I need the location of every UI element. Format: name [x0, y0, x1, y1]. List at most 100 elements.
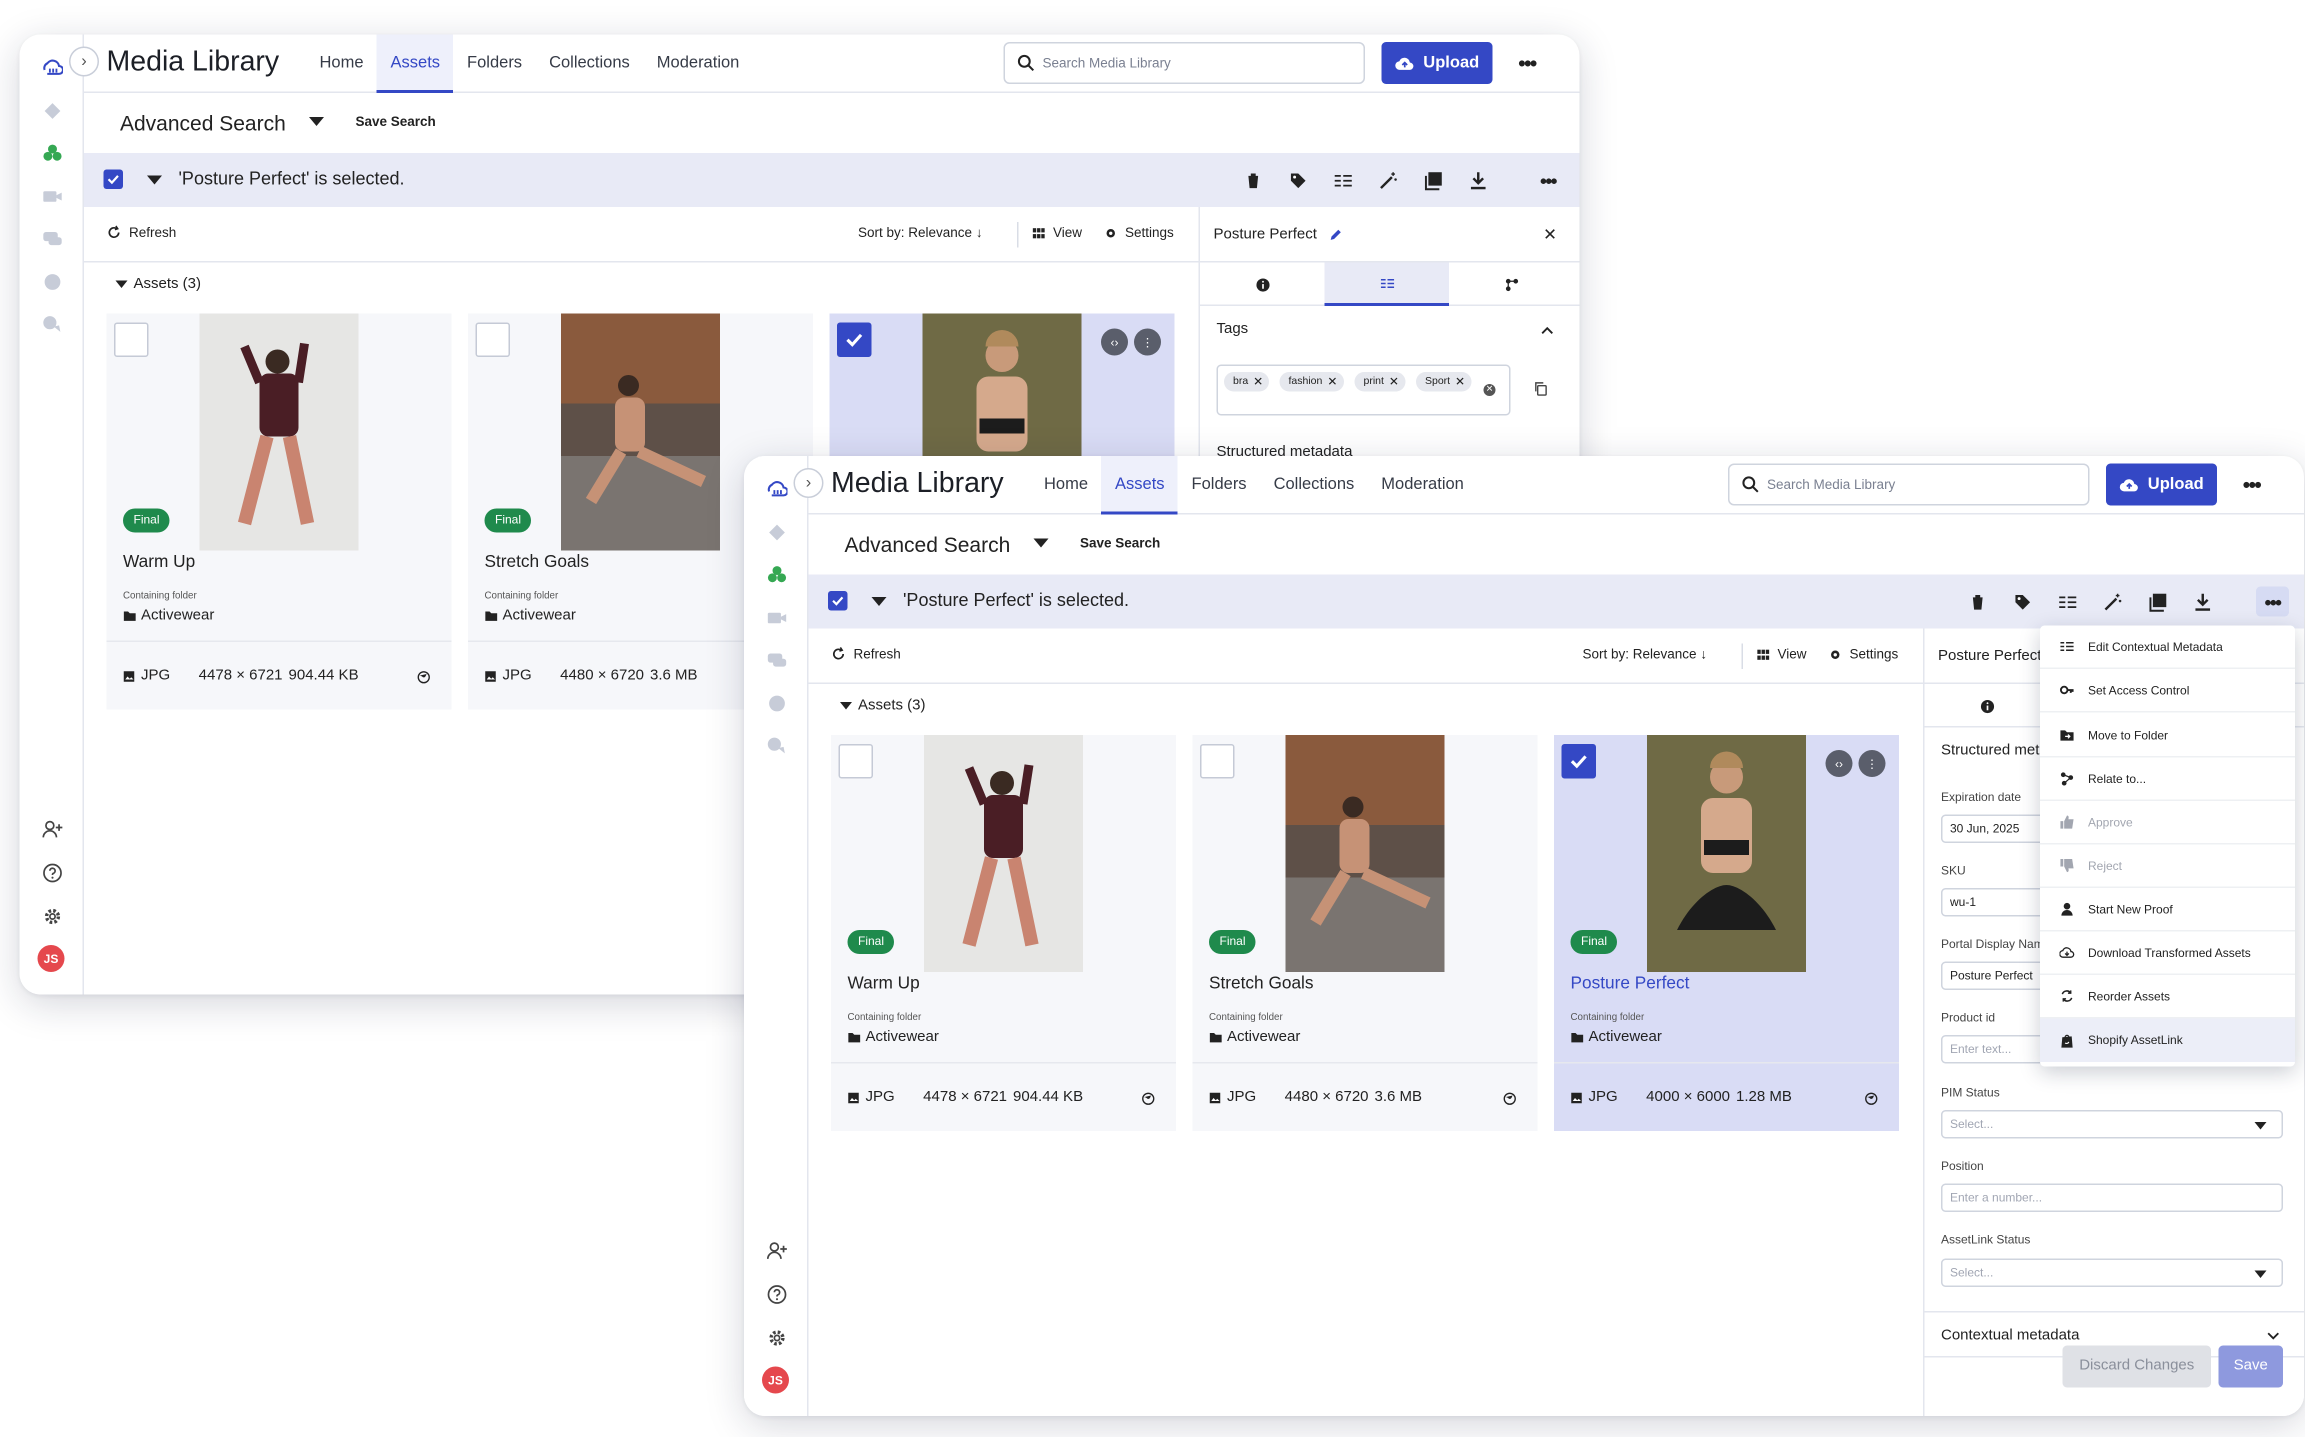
asset-title[interactable]: Stretch Goals [485, 554, 590, 572]
folder-link[interactable]: Activewear [485, 608, 576, 624]
menu-item-reorder-assets[interactable]: Reorder Assets [2040, 975, 2295, 1019]
asset-card-selected[interactable]: ‹› ⋮ Final Posture Perfect Containing fo… [1554, 735, 1899, 1131]
support-icon[interactable] [758, 726, 796, 764]
tags-input[interactable]: bra ✕ fashion ✕ print ✕ Sport ✕ ✕ [1216, 364, 1511, 416]
download-icon[interactable] [1464, 167, 1493, 196]
folder-link[interactable]: Activewear [1209, 1029, 1300, 1046]
settings-button[interactable]: Settings [1829, 647, 1898, 662]
save-search-button[interactable]: Save Search [1080, 536, 1160, 551]
chevron-right-icon[interactable]: › [793, 468, 824, 498]
nav-folders[interactable]: Folders [454, 35, 536, 94]
selection-more-icon[interactable]: ••• [2256, 586, 2289, 617]
cube-icon[interactable] [758, 684, 796, 722]
tag-icon[interactable] [2009, 588, 2038, 617]
sort-dropdown[interactable]: Sort by: Relevance ↓ [1583, 647, 1708, 662]
remove-tag-icon[interactable]: ✕ [1389, 372, 1399, 392]
selection-caret-icon[interactable] [871, 597, 887, 606]
position-field[interactable]: Enter a number... [1941, 1183, 2283, 1212]
chevron-up-icon[interactable] [1541, 324, 1555, 338]
select-all-checkbox[interactable] [103, 169, 123, 189]
tag-chip[interactable]: Sport ✕ [1416, 372, 1472, 392]
asset-checkbox[interactable] [114, 322, 149, 357]
search-input[interactable]: Search Media Library [1003, 42, 1365, 84]
sort-dropdown[interactable]: Sort by: Relevance ↓ [858, 225, 983, 240]
tag-icon[interactable] [1284, 167, 1313, 196]
avatar[interactable]: JS [37, 945, 65, 972]
gear-icon[interactable] [758, 1319, 796, 1357]
menu-item-edit-contextual-metadata[interactable]: Edit Contextual Metadata [2040, 626, 2295, 669]
selection-caret-icon[interactable] [147, 175, 162, 185]
search-input[interactable]: Search Media Library [1728, 463, 2090, 506]
assets-clover-icon[interactable] [33, 134, 71, 172]
remove-tag-icon[interactable]: ✕ [1253, 372, 1263, 392]
download-icon[interactable] [2189, 588, 2218, 617]
pim-status-select[interactable]: Select... [1941, 1110, 2283, 1139]
nav-home[interactable]: Home [306, 35, 377, 94]
asset-checkbox[interactable] [475, 322, 510, 357]
assets-clover-icon[interactable] [758, 555, 796, 593]
asset-card[interactable]: Final Warm Up Containing folder Activewe… [106, 313, 452, 710]
tab-relations[interactable] [1449, 263, 1574, 307]
assets-heading[interactable]: Assets (3) [115, 276, 201, 293]
menu-item-set-access-control[interactable]: Set Access Control [2040, 669, 2295, 713]
advanced-search-title[interactable]: Advanced Search [120, 111, 286, 135]
remove-tag-icon[interactable]: ✕ [1327, 372, 1337, 392]
folder-link[interactable]: Activewear [123, 608, 214, 624]
card-more-icon[interactable]: ⋮ [1858, 750, 1886, 777]
view-button[interactable]: View [1032, 225, 1082, 240]
card-more-icon[interactable]: ⋮ [1134, 328, 1161, 356]
caret-down-icon[interactable] [1033, 538, 1049, 548]
close-icon[interactable]: ✕ [1543, 225, 1557, 245]
asset-card[interactable]: Final Stretch Goals Containing folder Ac… [1192, 735, 1538, 1131]
more-options-icon[interactable]: ••• [2237, 470, 2267, 500]
asset-title[interactable]: Posture Perfect [1571, 975, 1690, 993]
refresh-button[interactable]: Refresh [831, 647, 901, 662]
tags-heading[interactable]: Tags [1217, 321, 1249, 338]
collection-icon[interactable] [1419, 167, 1448, 196]
metadata-icon[interactable] [1329, 167, 1358, 196]
copy-icon[interactable] [1533, 381, 1548, 396]
asset-checkbox[interactable] [1200, 744, 1235, 779]
upload-button[interactable]: Upload [2106, 463, 2217, 506]
embed-code-icon[interactable]: ‹› [1825, 750, 1853, 777]
view-button[interactable]: View [1757, 647, 1807, 662]
edit-pencil-icon[interactable] [1329, 228, 1343, 242]
tag-chip[interactable]: bra ✕ [1224, 372, 1270, 392]
menu-item-shopify-assetlink[interactable]: Shopify AssetLink [2040, 1018, 2295, 1062]
asset-card[interactable]: Final Warm Up Containing folder Activewe… [831, 735, 1176, 1131]
tab-info[interactable] [1200, 263, 1325, 307]
save-search-button[interactable]: Save Search [356, 114, 436, 129]
metadata-icon[interactable] [2054, 588, 2083, 617]
menu-item-move-to-folder[interactable]: Move to Folder [2040, 714, 2295, 758]
gear-icon[interactable] [33, 897, 71, 935]
settings-button[interactable]: Settings [1104, 225, 1174, 240]
discard-changes-button[interactable]: Discard Changes [2062, 1345, 2211, 1388]
help-icon[interactable] [33, 854, 71, 892]
add-user-icon[interactable] [33, 810, 71, 848]
chat-icon[interactable] [758, 641, 796, 679]
tag-chip[interactable]: fashion ✕ [1279, 372, 1344, 392]
delete-icon[interactable] [1964, 588, 1993, 617]
diamond-icon[interactable] [33, 92, 71, 130]
advanced-search-title[interactable]: Advanced Search [845, 533, 1011, 557]
collection-icon[interactable] [2144, 588, 2173, 617]
asset-checkbox-checked[interactable] [1561, 744, 1596, 779]
asset-title[interactable]: Warm Up [123, 554, 195, 572]
assetlink-status-select[interactable]: Select... [1941, 1258, 2283, 1287]
folder-link[interactable]: Activewear [1571, 1029, 1662, 1046]
globe-icon[interactable] [1142, 1092, 1156, 1106]
asset-checkbox[interactable] [838, 744, 873, 779]
nav-collections[interactable]: Collections [1260, 456, 1368, 515]
diamond-icon[interactable] [758, 513, 796, 551]
chat-icon[interactable] [33, 219, 71, 257]
menu-item-download-transformed-assets[interactable]: Download Transformed Assets [2040, 932, 2295, 975]
magic-wand-icon[interactable] [2099, 588, 2128, 617]
globe-icon[interactable] [417, 671, 431, 685]
nav-collections[interactable]: Collections [536, 35, 644, 94]
asset-title[interactable]: Stretch Goals [1209, 975, 1314, 993]
assets-heading[interactable]: Assets (3) [840, 698, 926, 714]
tab-info[interactable] [1925, 684, 2050, 728]
help-icon[interactable] [758, 1275, 796, 1313]
nav-moderation[interactable]: Moderation [1368, 456, 1478, 515]
cloud-logo-icon[interactable] [33, 47, 71, 85]
